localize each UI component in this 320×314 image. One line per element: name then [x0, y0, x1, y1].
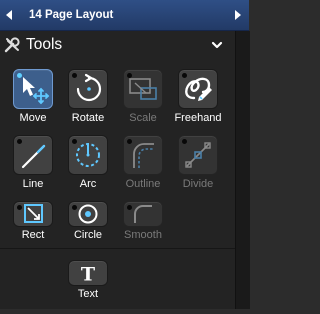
divide-tool-button: Divide [169, 135, 225, 190]
text-icon: T [81, 264, 95, 286]
arc-tool-button[interactable]: Arc [59, 135, 115, 190]
arc-icon [76, 143, 100, 167]
tools-panel: Tools Move Rotate Scale Freehand Line Ar… [0, 31, 235, 309]
text-tool-button[interactable]: T Text [59, 260, 115, 314]
smooth-icon [134, 205, 152, 223]
outline-icon [133, 143, 154, 168]
line-tool-button[interactable]: Line [4, 135, 60, 190]
freehand-tool-label: Freehand [174, 112, 222, 124]
svg-text:T: T [81, 264, 95, 286]
tools-panel-title: Tools [26, 36, 63, 53]
scale-icon [129, 78, 157, 100]
tools-panel-header[interactable]: Tools [0, 31, 235, 59]
scale-tool-button: Scale [114, 69, 170, 124]
move-icon [23, 77, 50, 105]
previous-document-icon[interactable] [2, 0, 16, 30]
circle-icon [78, 204, 98, 224]
rotate-icon [76, 73, 102, 102]
rotate-tool-button[interactable]: Rotate [59, 69, 115, 124]
divide-icon [185, 142, 211, 168]
panel-divider [0, 248, 235, 249]
document-title-bar: 14 Page Layout [0, 0, 249, 31]
smooth-tool-label: Smooth [124, 229, 162, 241]
next-document-icon[interactable] [231, 0, 245, 30]
line-icon [21, 144, 46, 169]
divide-tool-label: Divide [182, 178, 214, 190]
document-title: 14 Page Layout [29, 9, 114, 21]
text-tool-label: Text [77, 288, 99, 300]
circle-tool-button[interactable]: Circle [59, 201, 115, 255]
panel-scrollbar[interactable] [235, 31, 250, 309]
freehand-icon [185, 77, 212, 101]
outline-tool-button: Outline [114, 135, 170, 190]
move-tool-button[interactable]: Move [4, 69, 60, 124]
rect-tool-button[interactable]: Rect [4, 201, 60, 255]
freehand-tool-button[interactable]: Freehand [169, 69, 225, 124]
rect-icon [24, 204, 43, 223]
tools-wrench-icon [4, 37, 20, 53]
chevron-down-icon[interactable] [210, 38, 224, 52]
smooth-tool-button: Smooth [114, 201, 170, 255]
